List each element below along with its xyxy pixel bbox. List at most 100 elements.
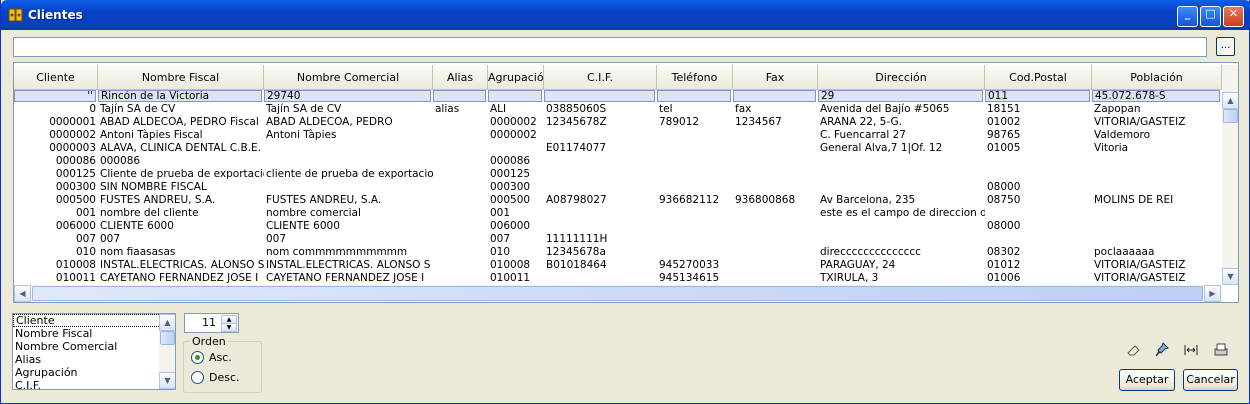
filter-input[interactable]	[13, 37, 1207, 57]
table-cell[interactable]: 001	[14, 207, 98, 220]
table-row[interactable]: 010008 INSTAL.ELECTRICAS. ALONSO S INSTAL.…	[14, 259, 1222, 272]
table-cell[interactable]: nom commmmmmmmmm	[264, 246, 433, 259]
table-cell[interactable]	[733, 155, 818, 168]
maximize-button[interactable]: □	[1200, 6, 1221, 27]
table-cell[interactable]: 0000001	[14, 116, 98, 129]
table-cell[interactable]: CLIENTE 6000	[98, 220, 264, 233]
table-cell[interactable]: 010	[488, 246, 544, 259]
table-cell[interactable]: TXIRULA, 3	[818, 272, 985, 285]
table-row[interactable]: 0 Tajín SA de CV Tajín SA de CV alias ALI 038…	[14, 103, 1222, 116]
table-cell[interactable]	[985, 233, 1092, 246]
horizontal-scrollbar[interactable]: ◀ ▶	[14, 285, 1222, 302]
list-scroll-thumb[interactable]	[160, 331, 175, 345]
table-cell[interactable]: 000125	[14, 168, 98, 181]
table-cell[interactable]: 12345678Z	[544, 116, 657, 129]
column-header[interactable]: Cliente	[14, 65, 98, 90]
table-cell[interactable]: 011	[985, 90, 1090, 102]
table-cell[interactable]: INSTAL.ELECTRICAS. ALONSO S	[264, 259, 433, 272]
table-cell[interactable]	[657, 168, 733, 181]
column-count-stepper[interactable]: 11 ▲ ▼	[184, 313, 239, 333]
table-cell[interactable]: 001	[488, 207, 544, 220]
table-cell[interactable]: VITORIA/GASTEIZ	[1092, 116, 1222, 129]
list-scroll-up-icon[interactable]: ▲	[159, 314, 175, 331]
table-cell[interactable]	[733, 207, 818, 220]
table-cell[interactable]: ARANA 22, 5-G.	[818, 116, 985, 129]
table-cell[interactable]: 010011	[14, 272, 98, 285]
table-cell[interactable]	[433, 194, 488, 207]
table-cell[interactable]	[818, 220, 985, 233]
table-cell[interactable]	[544, 220, 657, 233]
column-header[interactable]: C.I.F.	[544, 65, 657, 90]
table-cell[interactable]: Av Barcelona, 235	[818, 194, 985, 207]
column-header[interactable]: Población	[1092, 65, 1222, 90]
printer-icon[interactable]	[1212, 341, 1230, 359]
table-cell[interactable]: MOLINS DE REI	[1092, 194, 1222, 207]
table-row[interactable]: 000300 SIN NOMBRE FISCAL 000300 08000	[14, 181, 1222, 194]
spin-down-icon[interactable]: ▼	[221, 323, 237, 332]
table-cell[interactable]	[733, 246, 818, 259]
table-cell[interactable]: 000086	[488, 155, 544, 168]
table-cell[interactable]: 18151	[985, 103, 1092, 116]
table-cell[interactable]	[544, 181, 657, 194]
table-cell[interactable]	[657, 207, 733, 220]
table-cell[interactable]	[733, 142, 818, 155]
stepper-value[interactable]: 11	[202, 316, 216, 329]
table-cell[interactable]	[733, 129, 818, 142]
desc-radio[interactable]: Desc.	[191, 371, 240, 384]
table-cell[interactable]: 45.072.678-S	[1092, 90, 1220, 102]
table-cell[interactable]: 000086	[14, 155, 98, 168]
table-cell[interactable]: ''	[14, 90, 96, 102]
table-cell[interactable]	[433, 116, 488, 129]
table-cell[interactable]	[733, 90, 816, 102]
table-cell[interactable]: 1234567	[733, 116, 818, 129]
pin-icon[interactable]	[1153, 341, 1171, 359]
table-cell[interactable]: CAYETANO FERNANDEZ JOSE I	[264, 272, 433, 285]
clients-grid[interactable]: Cliente Nombre Fiscal Nombre Comercial Alia…	[13, 62, 1239, 303]
scroll-left-icon[interactable]: ◀	[14, 285, 31, 302]
cancel-button[interactable]: Cancelar	[1183, 369, 1238, 391]
table-cell[interactable]: 000300	[14, 181, 98, 194]
horizontal-scroll-thumb[interactable]	[32, 286, 1203, 301]
table-cell[interactable]: nombre del cliente	[98, 207, 264, 220]
radio-unselected-icon[interactable]	[191, 371, 204, 384]
table-cell[interactable]	[985, 207, 1092, 220]
table-cell[interactable]: Zapopan	[1092, 103, 1222, 116]
table-cell[interactable]: 0000002	[488, 129, 544, 142]
table-cell[interactable]: FUSTES ANDREU, S.A.	[264, 194, 433, 207]
table-cell[interactable]	[657, 233, 733, 246]
table-row[interactable]: 0000003 ALAVA, CLINICA DENTAL C.B.E. E0117…	[14, 142, 1222, 155]
table-cell[interactable]: 0	[14, 103, 98, 116]
column-header[interactable]: Fax	[733, 65, 818, 90]
table-cell[interactable]: Tajín SA de CV	[98, 103, 264, 116]
table-cell[interactable]	[544, 272, 657, 285]
table-cell[interactable]	[733, 259, 818, 272]
title-bar[interactable]: Clientes _ □ ✕	[1, 0, 1250, 30]
table-cell[interactable]: 006000	[488, 220, 544, 233]
table-cell[interactable]	[544, 129, 657, 142]
table-cell[interactable]: CLIENTE 6000	[264, 220, 433, 233]
table-cell[interactable]	[1092, 233, 1222, 246]
table-cell[interactable]	[488, 90, 542, 102]
sort-field-item[interactable]: Nombre Fiscal	[13, 327, 175, 340]
radio-selected-icon[interactable]	[191, 351, 204, 364]
table-cell[interactable]	[433, 272, 488, 285]
table-cell[interactable]: Cliente de prueba de exportacion	[98, 168, 264, 181]
table-row[interactable]: 006000 CLIENTE 6000 CLIENTE 6000 006000 0800…	[14, 220, 1222, 233]
table-cell[interactable]	[1092, 168, 1222, 181]
table-row[interactable]: 000500 FUSTES ANDREU, S.A. FUSTES ANDREU, …	[14, 194, 1222, 207]
table-cell[interactable]: 936682112	[657, 194, 733, 207]
table-cell[interactable]: A08798027	[544, 194, 657, 207]
table-cell[interactable]	[433, 207, 488, 220]
table-cell[interactable]	[544, 90, 655, 102]
table-cell[interactable]: 0000003	[14, 142, 98, 155]
table-cell[interactable]	[488, 142, 544, 155]
table-row[interactable]: 000086 000086 000086	[14, 155, 1222, 168]
table-cell[interactable]: Avenida del Bajío #5065	[818, 103, 985, 116]
vertical-scrollbar[interactable]: ▲ ▼	[1222, 65, 1238, 285]
list-scroll-down-icon[interactable]: ▼	[159, 372, 175, 389]
table-cell[interactable]	[818, 181, 985, 194]
table-cell[interactable]: 08302	[985, 246, 1092, 259]
table-cell[interactable]	[818, 233, 985, 246]
table-cell[interactable]	[818, 168, 985, 181]
table-cell[interactable]	[433, 246, 488, 259]
